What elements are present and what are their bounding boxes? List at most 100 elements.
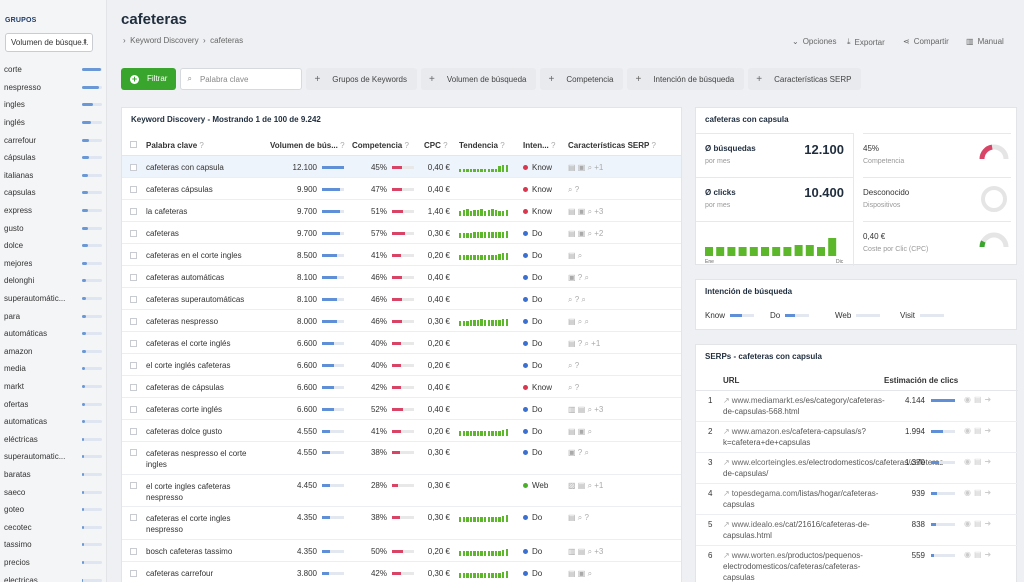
serp-url[interactable]: ↗ topesdegama.com/listas/hogar/cafeteras-… (723, 488, 878, 510)
serp-row[interactable]: 6 ↗ www.worten.es/productos/pequenos-elect… (696, 546, 1018, 582)
keyword-cell[interactable]: cafeteras automáticas (146, 273, 224, 282)
group-item[interactable]: dolce (4, 237, 102, 255)
table-row[interactable]: cafeteras dolce gusto 4.550 41% 0,20 € Do ▤ ▣… (122, 420, 681, 442)
table-row[interactable]: cafeteras 9.700 57% 0,30 € Do ▤ ▣ ⌕ +2 (122, 222, 681, 244)
serp-row-actions[interactable]: ◉▤➜ (964, 519, 994, 528)
group-sort-select[interactable]: Volumen de búsque... ⬍ (5, 33, 93, 52)
row-checkbox[interactable] (130, 164, 137, 171)
keyword-cell[interactable]: cafeteras cápsulas (146, 185, 213, 194)
serp-url[interactable]: ↗ www.idealo.es/cat/21616/cafeteras-de-ca… (723, 519, 873, 541)
table-row[interactable]: cafeteras de cápsulas 6.600 42% 0,40 € Know ⌕… (122, 376, 681, 398)
table-row[interactable]: cafeteras nespresso 8.000 46% 0,30 € Do ▤ ⌕ ⌕ (122, 310, 681, 332)
group-item[interactable]: para (4, 307, 102, 325)
serp-url[interactable]: ↗ www.amazon.es/cafetera-capsulas/s?k=caf… (723, 426, 873, 448)
col-competition[interactable]: Competencia ? (352, 141, 409, 150)
table-row[interactable]: cafeteras carrefour 3.800 42% 0,30 € Do ▤ ▣ ⌕ (122, 562, 681, 582)
serp-url[interactable]: ↗ www.mediamarkt.es/es/category/cafeteras… (723, 395, 885, 417)
keyword-cell[interactable]: cafeteras carrefour (146, 569, 213, 578)
row-checkbox[interactable] (130, 481, 137, 489)
serp-row-actions[interactable]: ◉▤➜ (964, 426, 994, 435)
share-button[interactable]: ⋖ Compartir (903, 37, 949, 46)
group-item[interactable]: goteo (4, 501, 102, 519)
keyword-cell[interactable]: cafeteras (146, 229, 179, 238)
group-item[interactable]: delonghi (4, 272, 102, 290)
keyword-cell[interactable]: cafeteras en el corte ingles (146, 251, 242, 260)
row-checkbox[interactable] (130, 384, 137, 391)
group-item[interactable]: mejores (4, 255, 102, 273)
row-checkbox[interactable] (130, 252, 137, 259)
serp-row-actions[interactable]: ◉▤➜ (964, 395, 994, 404)
group-item[interactable]: superautomátic... (4, 290, 102, 308)
table-row[interactable]: la cafeteras 9.700 51% 1,40 € Know ▤ ▣ ⌕ +3 (122, 200, 681, 222)
group-item[interactable]: tassimo (4, 536, 102, 554)
col-intent[interactable]: Inten... ? (523, 141, 555, 150)
group-item[interactable]: corte (4, 61, 102, 79)
group-item[interactable]: ingles (4, 96, 102, 114)
table-row[interactable]: cafeteras superautomáticas 8.100 46% 0,40 €… (122, 288, 681, 310)
row-checkbox[interactable] (130, 569, 137, 577)
table-row[interactable]: bosch cafeteras tassimo 4.350 50% 0,20 € Do ▥… (122, 540, 681, 562)
group-item[interactable]: superautomatic... (4, 448, 102, 466)
keyword-cell[interactable]: bosch cafeteras tassimo (146, 547, 232, 556)
keyword-cell[interactable]: el corte inglés cafeteras (146, 361, 231, 370)
breadcrumb-item[interactable]: Keyword Discovery (130, 36, 198, 45)
keyword-cell[interactable]: cafeteras dolce gusto (146, 427, 222, 436)
group-item[interactable]: ofertas (4, 395, 102, 413)
row-checkbox[interactable] (130, 547, 137, 555)
keyword-groups-filter[interactable]: + Grupos de Keywords (306, 68, 417, 90)
col-trend[interactable]: Tendencia ? (459, 141, 505, 150)
keyword-cell[interactable]: cafeteras de cápsulas (146, 383, 224, 392)
row-checkbox[interactable] (130, 296, 137, 303)
table-row[interactable]: cafeteras en el corte ingles 8.500 41% 0,20… (122, 244, 681, 266)
group-item[interactable]: eléctricas (4, 430, 102, 448)
col-keyword[interactable]: Palabra clave ? (146, 141, 204, 150)
keyword-cell[interactable]: la cafeteras (146, 207, 187, 216)
row-checkbox[interactable] (130, 230, 137, 237)
keyword-cell[interactable]: cafeteras nespresso (146, 317, 218, 326)
serp-row[interactable]: 2 ↗ www.amazon.es/cafetera-capsulas/s?k=ca… (696, 422, 1018, 453)
serp-row[interactable]: 5 ↗ www.idealo.es/cat/21616/cafeteras-de-c… (696, 515, 1018, 546)
group-item[interactable]: italianas (4, 167, 102, 185)
row-checkbox[interactable] (130, 208, 137, 215)
keyword-cell[interactable]: cafeteras corte inglés (146, 405, 222, 414)
export-button[interactable]: ⤓ Exportar (847, 37, 885, 47)
table-row[interactable]: cafeteras cápsulas 9.900 47% 0,40 € Know ⌕ ? (122, 178, 681, 200)
group-item[interactable]: capsulas (4, 184, 102, 202)
keyword-cell[interactable]: cafeteras con capsula (146, 163, 224, 172)
select-all-checkbox[interactable] (130, 141, 137, 148)
keyword-cell[interactable]: cafeteras superautomáticas (146, 295, 244, 304)
group-item[interactable]: markt (4, 378, 102, 396)
keyword-cell[interactable]: cafeteras nespresso el corte ingles (146, 448, 256, 470)
row-checkbox[interactable] (130, 406, 137, 413)
group-item[interactable]: saeco (4, 483, 102, 501)
row-checkbox[interactable] (130, 362, 137, 369)
table-row[interactable]: cafeteras automáticas 8.100 46% 0,40 € Do ▣ ?… (122, 266, 681, 288)
keyword-cell[interactable]: cafeteras el corte ingles nespresso (146, 513, 256, 535)
keyword-input[interactable]: ⌕ Palabra clave (180, 68, 303, 90)
filter-button[interactable]: + Filtrar (121, 68, 177, 90)
options-button[interactable]: ⌄ Opciones (792, 37, 837, 46)
group-item[interactable]: cecotec (4, 518, 102, 536)
col-cpc[interactable]: CPC ? (424, 141, 448, 150)
group-item[interactable]: amazon (4, 343, 102, 361)
group-item[interactable]: media (4, 360, 102, 378)
serp-row-actions[interactable]: ◉▤➜ (964, 550, 994, 559)
serp-row[interactable]: 4 ↗ topesdegama.com/listas/hogar/cafeteras… (696, 484, 1018, 515)
table-row[interactable]: el corte ingles cafeteras nespresso 4.450… (122, 475, 681, 507)
table-row[interactable]: cafeteras corte inglés 6.600 52% 0,40 € Do ▥ … (122, 398, 681, 420)
group-item[interactable]: express (4, 202, 102, 220)
serp-row-actions[interactable]: ◉▤➜ (964, 488, 994, 497)
keyword-cell[interactable]: el corte ingles cafeteras nespresso (146, 481, 256, 503)
row-checkbox[interactable] (130, 340, 137, 347)
volume-filter[interactable]: + Volumen de búsqueda (421, 68, 537, 90)
group-item[interactable]: gusto (4, 219, 102, 237)
row-checkbox[interactable] (130, 428, 137, 435)
group-item[interactable]: precios (4, 554, 102, 572)
keyword-cell[interactable]: cafeteras el corte inglés (146, 339, 231, 348)
table-row[interactable]: cafeteras nespresso el corte ingles 4.550… (122, 442, 681, 475)
serp-row-actions[interactable]: ◉▤➜ (964, 457, 994, 466)
table-row[interactable]: cafeteras el corte ingles nespresso 4.350… (122, 507, 681, 540)
serp-url[interactable]: ↗ www.elcorteingles.es/electrodomesticos/… (723, 457, 946, 479)
group-item[interactable]: electricas (4, 571, 102, 582)
group-item[interactable]: inglés (4, 114, 102, 132)
